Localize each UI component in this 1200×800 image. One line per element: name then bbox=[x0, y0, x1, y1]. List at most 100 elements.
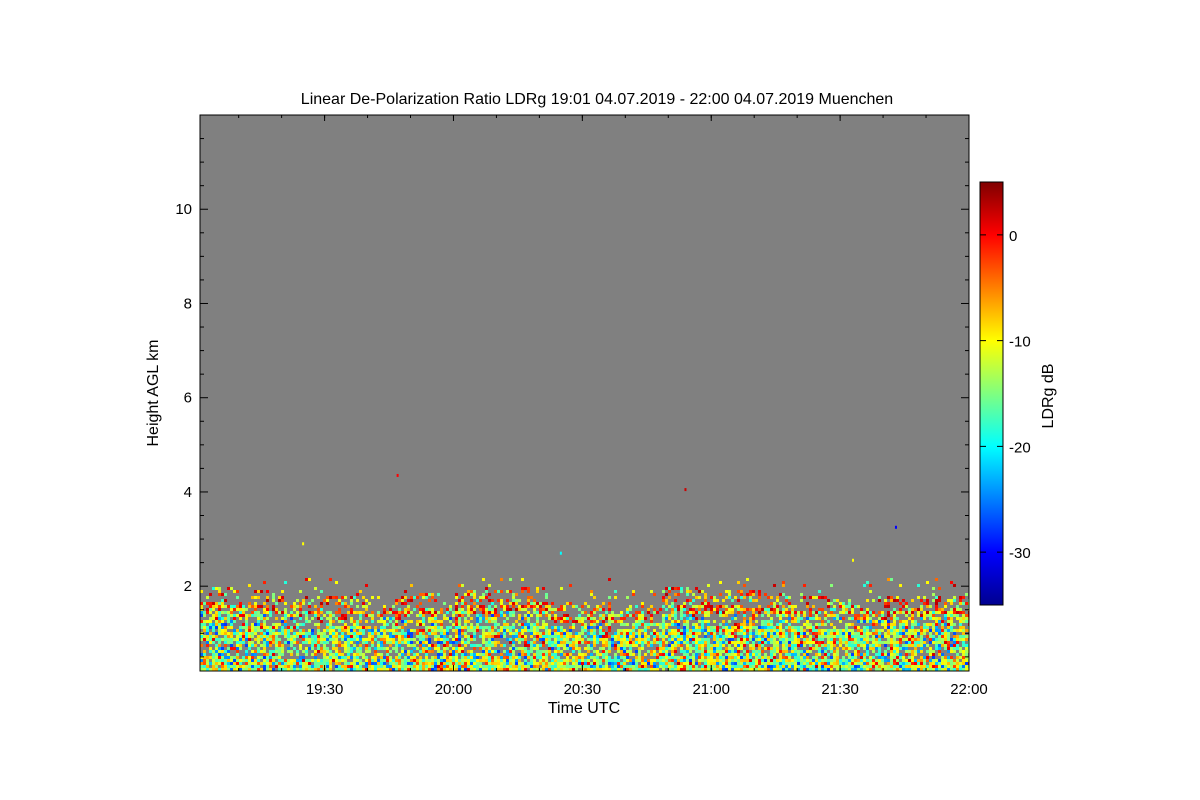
heatmap-cell bbox=[659, 623, 662, 626]
heatmap-cell bbox=[425, 608, 428, 611]
heatmap-cell bbox=[473, 602, 476, 605]
heatmap-cell bbox=[668, 617, 671, 620]
heatmap-cell bbox=[854, 617, 857, 620]
heatmap-cell bbox=[944, 665, 947, 668]
heatmap-cell bbox=[764, 653, 767, 656]
heatmap-cell bbox=[317, 644, 320, 647]
heatmap-cell bbox=[845, 632, 848, 635]
heatmap-cell bbox=[533, 659, 536, 662]
heatmap-cell bbox=[698, 641, 701, 644]
heatmap-cell bbox=[683, 632, 686, 635]
heatmap-cell bbox=[791, 644, 794, 647]
heatmap-cell bbox=[614, 635, 617, 638]
heatmap-cell bbox=[704, 659, 707, 662]
heatmap-cell bbox=[947, 641, 950, 644]
heatmap-cell bbox=[878, 644, 881, 647]
heatmap-cell bbox=[857, 635, 860, 638]
heatmap-cell bbox=[206, 656, 209, 659]
heatmap-cell bbox=[854, 614, 857, 617]
heatmap-cell bbox=[722, 659, 725, 662]
heatmap-cell bbox=[557, 650, 560, 653]
heatmap-cell bbox=[461, 647, 464, 650]
heatmap-cell bbox=[896, 596, 899, 599]
heatmap-cell bbox=[227, 626, 230, 629]
heatmap-cell bbox=[779, 626, 782, 629]
heatmap-cell bbox=[602, 650, 605, 653]
heatmap-cell bbox=[359, 647, 362, 650]
heatmap-cell bbox=[653, 641, 656, 644]
heatmap-cell bbox=[818, 623, 821, 626]
heatmap-cell bbox=[389, 650, 392, 653]
heatmap-cell bbox=[899, 653, 902, 656]
heatmap-cell bbox=[356, 635, 359, 638]
heatmap-cell bbox=[314, 587, 317, 590]
heatmap-cell bbox=[488, 638, 491, 641]
heatmap-cell bbox=[629, 647, 632, 650]
heatmap-cell bbox=[515, 659, 518, 662]
heatmap-cell bbox=[653, 665, 656, 668]
heatmap-cell bbox=[236, 650, 239, 653]
heatmap-cell bbox=[542, 611, 545, 614]
heatmap-cell bbox=[467, 620, 470, 623]
heatmap-cell bbox=[881, 617, 884, 620]
heatmap-cell bbox=[668, 605, 671, 608]
heatmap-cell bbox=[749, 653, 752, 656]
heatmap-cell bbox=[707, 626, 710, 629]
heatmap-cell bbox=[797, 635, 800, 638]
heatmap-cell bbox=[686, 665, 689, 668]
heatmap-cell bbox=[701, 638, 704, 641]
heatmap-cell bbox=[680, 644, 683, 647]
heatmap-cell bbox=[362, 632, 365, 635]
heatmap-cell bbox=[215, 659, 218, 662]
heatmap-cell bbox=[569, 647, 572, 650]
heatmap-cell bbox=[677, 644, 680, 647]
heatmap-cell bbox=[911, 626, 914, 629]
heatmap-cell bbox=[668, 587, 671, 590]
heatmap-cell bbox=[917, 632, 920, 635]
heatmap-cell bbox=[398, 659, 401, 662]
heatmap-cell bbox=[920, 599, 923, 602]
heatmap-cell bbox=[707, 665, 710, 668]
heatmap-cell bbox=[572, 656, 575, 659]
heatmap-cell bbox=[638, 665, 641, 668]
heatmap-cell bbox=[326, 602, 329, 605]
heatmap-cell bbox=[905, 605, 908, 608]
heatmap-cell bbox=[710, 662, 713, 665]
heatmap-cell bbox=[434, 632, 437, 635]
heatmap-cell bbox=[491, 629, 494, 632]
heatmap-cell bbox=[323, 629, 326, 632]
heatmap-cell bbox=[527, 596, 530, 599]
heatmap-cell bbox=[785, 596, 788, 599]
heatmap-cell bbox=[398, 599, 401, 602]
heatmap-cell bbox=[770, 656, 773, 659]
heatmap-cell bbox=[917, 629, 920, 632]
heatmap-cell bbox=[542, 665, 545, 668]
heatmap-cell bbox=[614, 656, 617, 659]
heatmap-cell bbox=[962, 617, 965, 620]
heatmap-cell bbox=[302, 629, 305, 632]
heatmap-cell bbox=[422, 629, 425, 632]
heatmap-cell bbox=[524, 635, 527, 638]
heatmap-cell bbox=[560, 608, 563, 611]
heatmap-cell bbox=[797, 629, 800, 632]
heatmap-cell bbox=[473, 632, 476, 635]
heatmap-cell bbox=[887, 647, 890, 650]
heatmap-cell bbox=[815, 632, 818, 635]
heatmap-cell bbox=[245, 632, 248, 635]
heatmap-cell bbox=[863, 632, 866, 635]
heatmap-cell bbox=[302, 641, 305, 644]
heatmap-cell bbox=[473, 626, 476, 629]
heatmap-cell bbox=[905, 659, 908, 662]
heatmap-cell bbox=[929, 617, 932, 620]
heatmap-cell bbox=[641, 629, 644, 632]
heatmap-cell bbox=[254, 614, 257, 617]
heatmap-cell bbox=[350, 599, 353, 602]
heatmap-cell bbox=[512, 626, 515, 629]
heatmap-cell bbox=[830, 629, 833, 632]
heatmap-cell bbox=[899, 656, 902, 659]
heatmap-cell bbox=[896, 650, 899, 653]
heatmap-cell bbox=[464, 656, 467, 659]
heatmap-cell bbox=[911, 665, 914, 668]
heatmap-cell bbox=[620, 647, 623, 650]
heatmap-cell bbox=[947, 662, 950, 665]
